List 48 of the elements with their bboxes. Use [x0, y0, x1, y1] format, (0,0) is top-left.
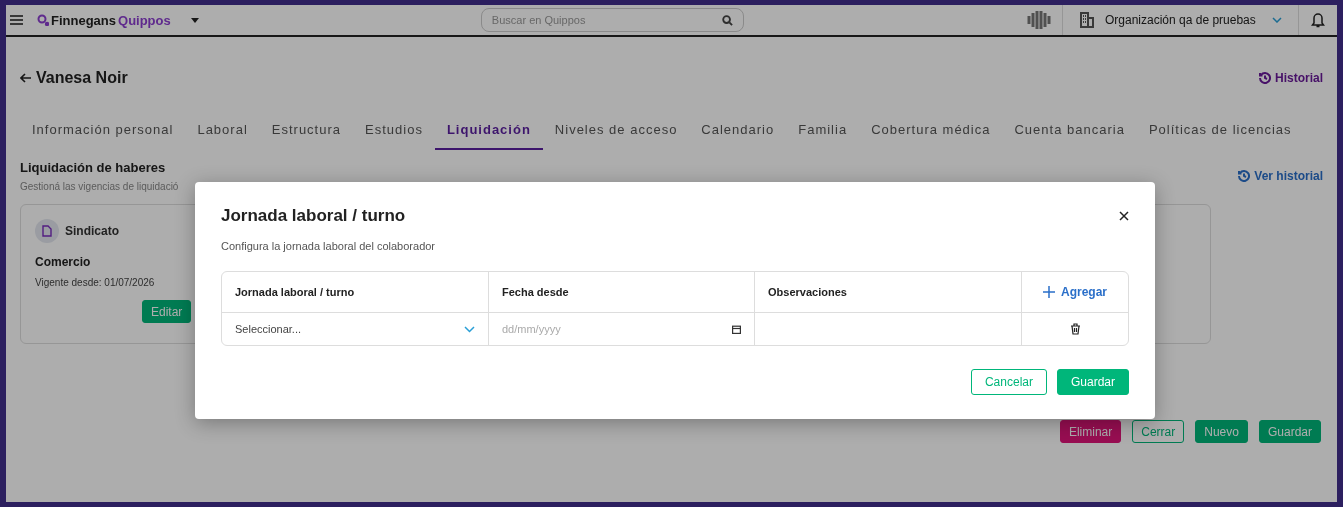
add-button[interactable]: Agregar: [1043, 285, 1107, 299]
column-header: Fecha desde: [489, 272, 755, 313]
chevron-down-icon: [464, 325, 475, 333]
dialog-title: Jornada laboral / turno: [221, 206, 406, 226]
close-icon[interactable]: [1119, 211, 1129, 221]
back-arrow-icon[interactable]: [20, 73, 32, 83]
dialog-button[interactable]: Cancelar: [970, 369, 1047, 395]
trash-icon[interactable]: [1069, 323, 1081, 335]
caret-icon[interactable]: [190, 17, 199, 23]
tab[interactable]: Laboral: [185, 113, 260, 150]
tab[interactable]: Estructura: [259, 113, 354, 150]
chevron-down-icon[interactable]: [1272, 17, 1282, 23]
history-icon: [1259, 72, 1271, 84]
logo-mark-icon: [37, 14, 49, 26]
tab[interactable]: Políticas de licencias: [1136, 113, 1304, 150]
page-title: Vanesa Noir: [36, 69, 128, 87]
plus-icon: [1043, 286, 1055, 298]
section-title: Liquidación de haberes: [20, 160, 167, 175]
section-subtitle: Gestioná las vigencias de liquidació: [20, 181, 179, 192]
tab[interactable]: Liquidación: [434, 113, 543, 150]
history-link[interactable]: Historial: [1259, 71, 1323, 85]
tab[interactable]: Calendario: [689, 113, 787, 150]
bell-icon[interactable]: [1311, 12, 1325, 28]
dialog-button[interactable]: Guardar: [1056, 369, 1129, 395]
tab[interactable]: Familia: [786, 113, 860, 150]
calendar-icon: [732, 324, 741, 334]
tab[interactable]: Estudios: [353, 113, 435, 150]
column-header: Jornada laboral / turno: [222, 272, 489, 313]
card-label: Sindicato: [65, 224, 119, 238]
document-icon: [35, 219, 59, 243]
dialog-subtitle: Configura la jornada laboral del colaborador: [221, 240, 437, 252]
building-icon: [1079, 12, 1095, 28]
column-header: Observaciones: [755, 272, 1022, 313]
tab[interactable]: Niveles de acceso: [542, 113, 690, 150]
tab[interactable]: Cuenta bancaria: [1002, 113, 1137, 150]
tab[interactable]: Información personal: [20, 113, 186, 150]
view-history-link[interactable]: Ver historial: [1238, 160, 1323, 192]
history-icon: [1238, 170, 1251, 182]
organization-selector[interactable]: Organización qa de pruebas: [1063, 12, 1298, 28]
logo: FinnegansQuippos: [37, 12, 171, 28]
shift-select[interactable]: Seleccionar...: [235, 323, 475, 335]
search-icon[interactable]: [721, 14, 733, 26]
tab[interactable]: Cobertura médica: [859, 113, 1003, 150]
waveform-logo-icon: [1026, 10, 1052, 30]
card-value: Comercio: [35, 255, 92, 269]
card-date: Vigente desde: 01/07/2026: [35, 277, 156, 288]
menu-icon[interactable]: [10, 15, 23, 25]
action-button[interactable]: Eliminar: [1059, 420, 1122, 443]
